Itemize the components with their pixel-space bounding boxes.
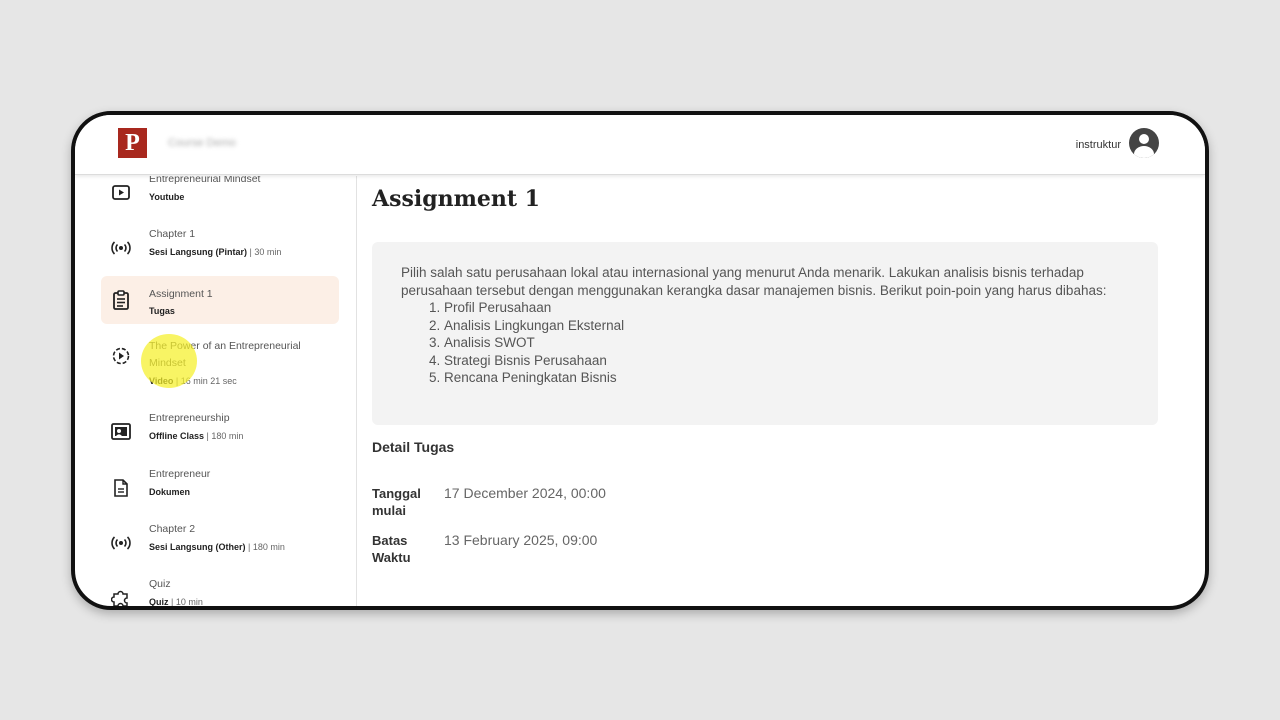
presentation-icon xyxy=(111,422,131,442)
sidebar-item-entrepreneur[interactable]: Entrepreneur Dokumen xyxy=(101,466,339,514)
sidebar-item-meta: Offline Class | 180 min xyxy=(149,431,244,441)
list-item: Profil Perusahaan xyxy=(444,299,1129,317)
deadline-label: Batas Waktu xyxy=(372,533,411,565)
points-list: Profil Perusahaan Analisis Lingkungan Ek… xyxy=(401,299,1129,387)
user-label[interactable]: instruktur xyxy=(1076,139,1121,151)
sidebar-item-title: Entrepreneurial Mindset xyxy=(149,176,261,185)
video-circle-icon xyxy=(111,346,131,366)
sidebar-item-meta: Tugas xyxy=(149,306,175,316)
sidebar-item-meta: Youtube xyxy=(149,192,185,202)
avatar[interactable] xyxy=(1129,128,1159,158)
top-bar: P Course Demo instruktur xyxy=(75,115,1205,175)
sidebar-item-meta: Sesi Langsung (Pintar) | 30 min xyxy=(149,247,282,257)
page-title: Assignment 1 xyxy=(372,186,540,212)
sidebar-item-meta: Quiz | 10 min xyxy=(149,597,203,606)
sidebar-item-meta: Dokumen xyxy=(149,487,191,497)
list-item: Analisis Lingkungan Eksternal xyxy=(444,317,1129,335)
cursor-highlight xyxy=(141,334,197,388)
course-title: Course Demo xyxy=(168,137,236,149)
sidebar-item-title: Quiz xyxy=(149,578,171,590)
document-icon xyxy=(111,478,131,498)
puzzle-icon xyxy=(111,588,131,606)
avatar-body-icon xyxy=(1134,146,1154,158)
sidebar-item-title: Chapter 2 xyxy=(149,523,196,535)
list-item: Rencana Peningkatan Bisnis xyxy=(444,369,1129,387)
sidebar-item-title: Entrepreneurship xyxy=(149,412,230,424)
start-date-label: Tanggal mulai xyxy=(372,486,421,518)
sidebar-item-power-of-mindset[interactable]: The Power of an Entrepreneurial Mindset … xyxy=(101,338,339,394)
sidebar-item-meta: Sesi Langsung (Other) | 180 min xyxy=(149,542,285,552)
start-date-value: 17 December 2024, 00:00 xyxy=(444,485,606,501)
brand-logo[interactable]: P xyxy=(118,128,147,158)
sidebar-item-title: Chapter 1 xyxy=(149,228,196,240)
assignment-description: Pilih salah satu perusahaan lokal atau i… xyxy=(372,242,1158,425)
sidebar-item-assignment-1[interactable]: Assignment 1 Tugas xyxy=(101,276,339,324)
avatar-head-icon xyxy=(1139,134,1149,144)
sidebar: Entrepreneurial Mindset Youtube Chapter … xyxy=(75,176,357,606)
broadcast-icon xyxy=(111,533,131,553)
sidebar-item-entrepreneurship[interactable]: Entrepreneurship Offline Class | 180 min xyxy=(101,410,339,458)
sidebar-item-title: Entrepreneur xyxy=(149,468,211,480)
sidebar-item-title: Assignment 1 xyxy=(149,288,213,300)
main-content: Assignment 1 Pilih salah satu perusahaan… xyxy=(358,176,1205,606)
list-item: Strategi Bisnis Perusahaan xyxy=(444,352,1129,370)
deadline-value: 13 February 2025, 09:00 xyxy=(444,532,598,548)
description-text: Pilih salah satu perusahaan lokal atau i… xyxy=(401,265,1107,298)
clipboard-icon xyxy=(111,290,131,310)
sidebar-item-quiz[interactable]: Quiz Quiz | 10 min xyxy=(101,576,339,606)
app-frame: P Course Demo instruktur Entrepreneurial… xyxy=(71,111,1209,610)
list-item: Analisis SWOT xyxy=(444,334,1129,352)
sidebar-item-chapter-2[interactable]: Chapter 2 Sesi Langsung (Other) | 180 mi… xyxy=(101,521,339,569)
sidebar-item-entrepreneurial-mindset[interactable]: Entrepreneurial Mindset Youtube xyxy=(101,176,339,219)
sidebar-item-chapter-1[interactable]: Chapter 1 Sesi Langsung (Pintar) | 30 mi… xyxy=(101,226,339,274)
broadcast-icon xyxy=(111,238,131,258)
play-icon xyxy=(111,183,131,203)
detail-section-title: Detail Tugas xyxy=(372,439,455,455)
